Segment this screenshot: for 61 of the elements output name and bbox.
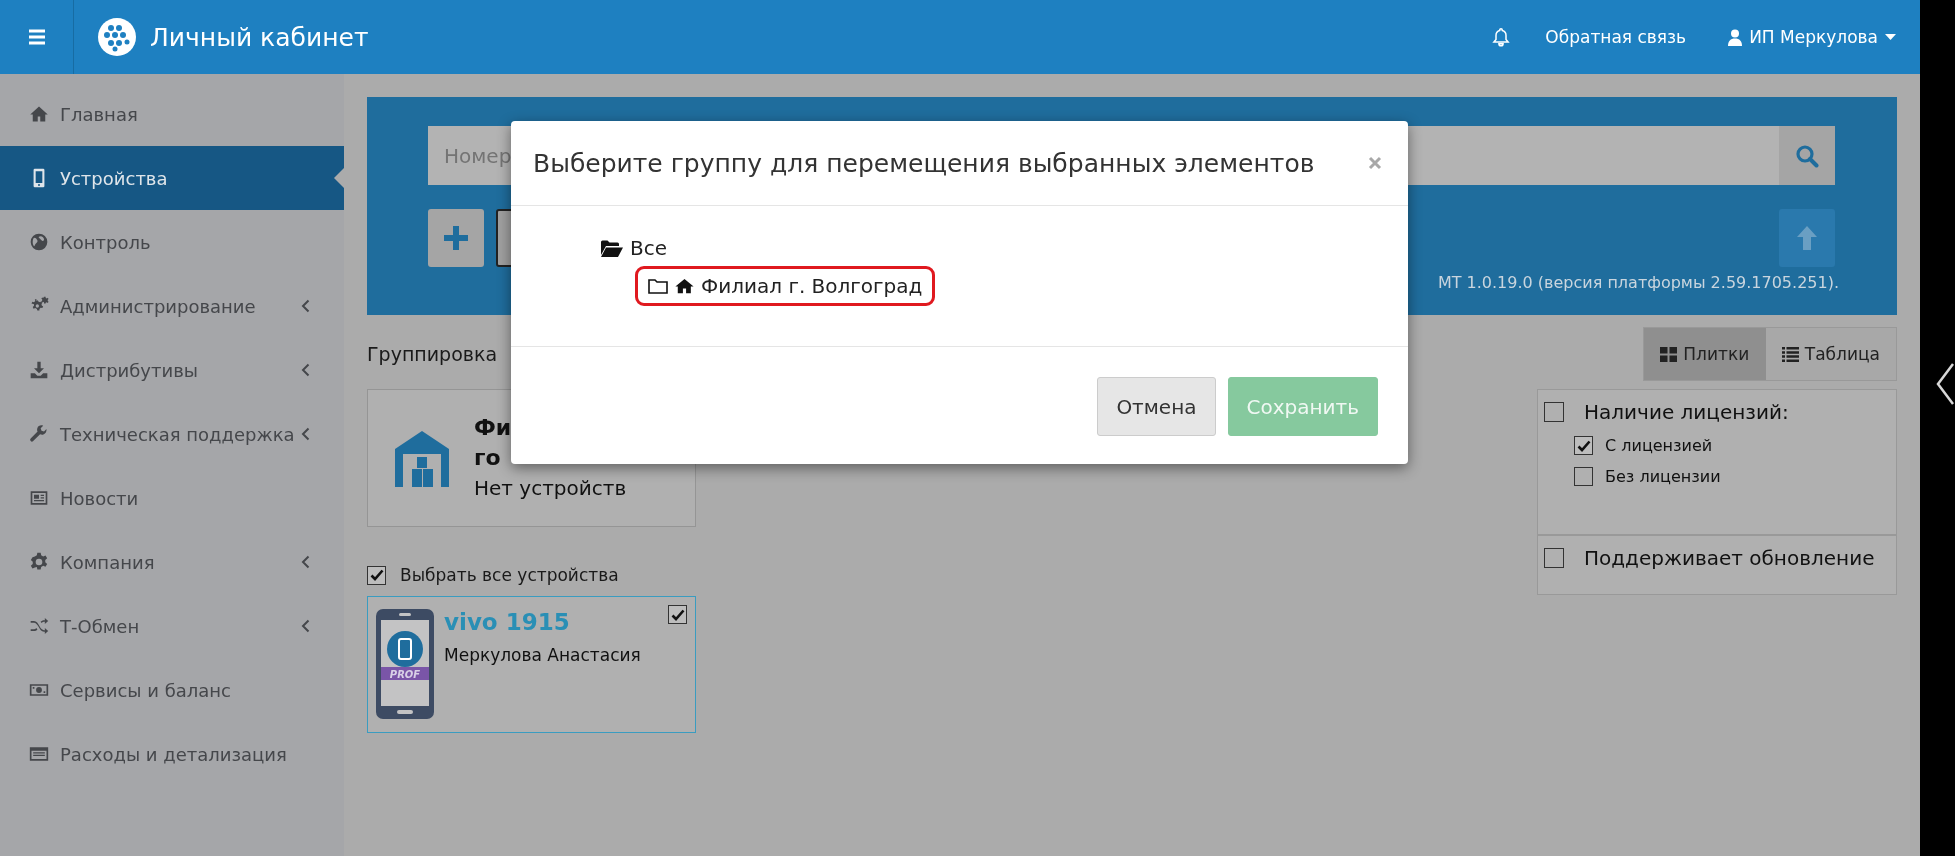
newspaper-icon (29, 488, 49, 508)
list-icon (1781, 346, 1799, 362)
sidebar-item[interactable]: Дистрибутивы (0, 338, 344, 402)
folder-icon (648, 278, 668, 294)
phone-drawing: PROF (376, 609, 434, 719)
globe-icon (29, 232, 49, 252)
list-card-icon (29, 744, 49, 764)
sidebar-item[interactable]: Администрирование (0, 274, 344, 338)
grid-icon (1660, 346, 1678, 362)
device-checkbox[interactable] (668, 605, 687, 624)
sidebar-item[interactable]: Новости (0, 466, 344, 530)
option-checkbox[interactable] (1574, 467, 1593, 486)
shuffle-icon (29, 616, 49, 636)
select-all-checkbox[interactable] (367, 565, 386, 585)
device-card[interactable]: PROF vivo 1915 Меркулова Анастасия (367, 596, 696, 733)
filter-label: Поддерживает обновление (1584, 546, 1875, 570)
caret-icon (1885, 33, 1896, 41)
tree-node[interactable]: Все (601, 230, 678, 266)
cancel-button[interactable]: Отмена (1097, 377, 1216, 436)
menu-icon (27, 29, 46, 45)
option-label: С лицензией (1605, 436, 1713, 455)
home-icon (675, 278, 694, 294)
view-toggle-button[interactable]: Плитки (1643, 328, 1766, 380)
user-icon (1728, 28, 1743, 46)
sidebar-item[interactable]: Контроль (0, 210, 344, 274)
sidebar-item[interactable]: Т-Обмен (0, 594, 344, 658)
app-title: Личный кабинет (150, 22, 369, 52)
sidebar-item[interactable]: Компания (0, 530, 344, 594)
grouping-label: Группировка (367, 343, 498, 365)
close-icon (1368, 156, 1382, 170)
filter-checkbox[interactable] (1544, 402, 1564, 422)
group-subtitle: Нет устройств (474, 475, 627, 502)
select-all-label: Выбрать все устройства (400, 565, 619, 585)
user-menu[interactable]: ИП Меркулова (1728, 27, 1896, 47)
tree-node[interactable]: Филиал г. Волгоград (635, 266, 936, 306)
device-owner: Меркулова Анастасия (444, 645, 641, 665)
search-icon (1795, 143, 1819, 168)
sidebar-item[interactable]: Устройства (0, 146, 344, 210)
gear-icon (29, 552, 49, 572)
dialog-title: Выберите группу для перемещения выбранных элементов (533, 148, 1316, 178)
folder-open-icon (601, 239, 623, 257)
plus-icon (442, 224, 470, 252)
sidebar-item[interactable]: Сервисы и баланс (0, 658, 344, 722)
download-icon (29, 360, 49, 380)
sidebar-item[interactable]: Расходы и детализация (0, 722, 344, 786)
group-title: го (474, 444, 502, 472)
sidebar-item[interactable]: Техническая поддержка (0, 402, 344, 466)
chevron-left-icon[interactable] (1935, 362, 1955, 406)
version-text: МТ 1.0.19.0 (версия платформы 2.59.1705.251). (1437, 273, 1839, 292)
filter-label: Наличие лицензий: (1584, 400, 1789, 424)
feedback-link[interactable]: Обратная связь (1545, 27, 1687, 47)
bell-icon[interactable] (1491, 27, 1512, 47)
group-title: Фи (474, 414, 513, 442)
logo-icon (98, 18, 136, 56)
sidebar-item[interactable]: Главная (0, 82, 344, 146)
option-label: Без лицензии (1605, 467, 1721, 486)
filter-checkbox[interactable] (1544, 548, 1564, 568)
arrow-up-icon (1796, 225, 1818, 251)
option-checkbox[interactable] (1574, 436, 1593, 455)
wrench-icon (29, 424, 49, 444)
home-icon (29, 104, 49, 124)
